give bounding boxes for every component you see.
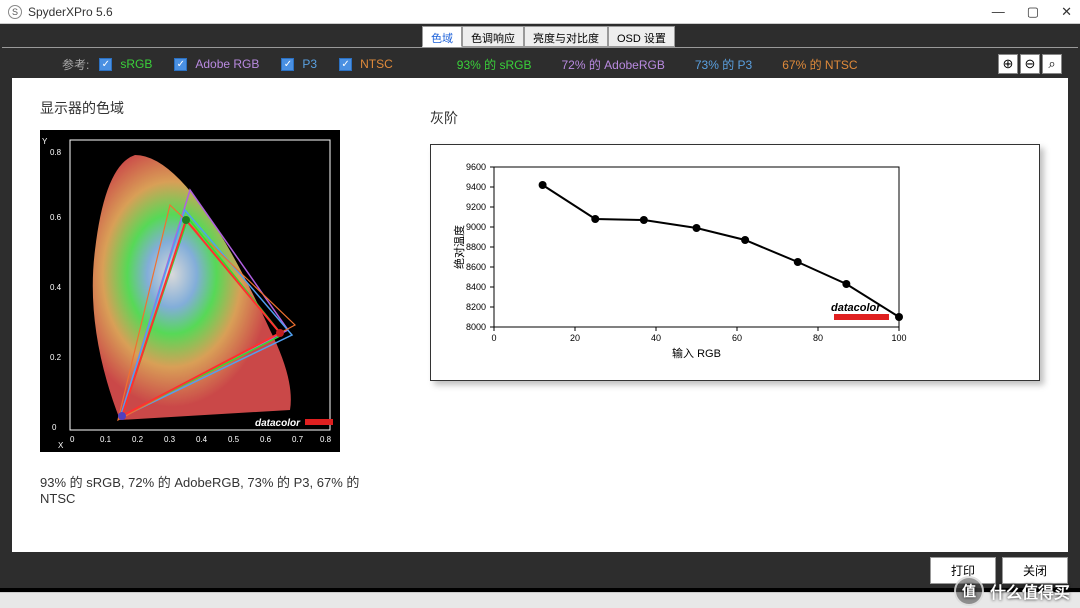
svg-text:9600: 9600 [466, 162, 486, 172]
svg-text:X: X [58, 441, 64, 450]
svg-text:0.7: 0.7 [292, 435, 304, 444]
svg-text:9200: 9200 [466, 202, 486, 212]
svg-text:0.3: 0.3 [164, 435, 176, 444]
svg-text:60: 60 [732, 333, 742, 343]
metric-value: 72% 的 AdobeRGB [561, 56, 664, 73]
tab-2[interactable]: 亮度与对比度 [524, 26, 608, 47]
checkbox-adobe-rgb[interactable]: ✓ [174, 58, 187, 71]
svg-text:8000: 8000 [466, 322, 486, 332]
close-button[interactable]: 关闭 [1002, 557, 1068, 584]
svg-text:8800: 8800 [466, 242, 486, 252]
svg-text:0: 0 [70, 435, 75, 444]
zoom-out-button[interactable]: ⊖ [1020, 54, 1040, 74]
window-title: SpyderXPro 5.6 [28, 5, 113, 19]
zoom-fit-button[interactable]: ⌕ [1042, 54, 1062, 74]
svg-text:9000: 9000 [466, 222, 486, 232]
zoom-in-button[interactable]: ⊕ [998, 54, 1018, 74]
gamut-chart: 0 0.1 0.2 0.3 0.4 0.5 0.6 0.7 0.8 0 0.2 0.4 0.6 0… [40, 130, 340, 452]
horizontal-scrollbar[interactable] [0, 592, 1080, 608]
check-label[interactable]: sRGB [120, 57, 152, 71]
reference-label: 参考: [62, 56, 89, 73]
metric-value: 67% 的 NTSC [782, 56, 857, 73]
options-toolbar: 参考: ✓ sRGB ✓ Adobe RGB ✓ P3 ✓ NTSC 93% 的 sRGB 72… [2, 48, 1078, 80]
close-window-button[interactable]: ✕ [1061, 4, 1072, 20]
title-bar: S SpyderXPro 5.6 — ▢ ✕ [0, 0, 1080, 24]
check-label[interactable]: NTSC [360, 57, 393, 71]
gamut-caption: 93% 的 sRGB, 72% 的 AdobeRGB, 73% 的 P3, 67… [40, 472, 380, 506]
svg-text:0.2: 0.2 [50, 353, 62, 362]
minimize-button[interactable]: — [992, 4, 1005, 20]
print-button[interactable]: 打印 [930, 557, 996, 584]
check-label[interactable]: P3 [302, 57, 317, 71]
svg-text:0.2: 0.2 [132, 435, 144, 444]
check-label[interactable]: Adobe RGB [195, 57, 259, 71]
svg-text:0.8: 0.8 [320, 435, 332, 444]
svg-text:0.6: 0.6 [260, 435, 272, 444]
main-frame: 色域色调响应亮度与对比度OSD 设置 参考: ✓ sRGB ✓ Adobe RGB ✓ P… [0, 24, 1080, 588]
svg-text:0: 0 [491, 333, 496, 343]
checkbox-ntsc[interactable]: ✓ [339, 58, 352, 71]
svg-text:绝对温度: 绝对温度 [452, 225, 466, 269]
svg-text:0: 0 [52, 423, 57, 432]
svg-text:0.8: 0.8 [50, 148, 62, 157]
checkbox-srgb[interactable]: ✓ [99, 58, 112, 71]
svg-text:40: 40 [651, 333, 661, 343]
checkbox-p3[interactable]: ✓ [281, 58, 294, 71]
maximize-button[interactable]: ▢ [1027, 4, 1039, 20]
tab-3[interactable]: OSD 设置 [608, 26, 675, 47]
brand-label: datacolor [255, 418, 301, 429]
svg-text:Y: Y [42, 137, 48, 146]
svg-text:0.5: 0.5 [228, 435, 240, 444]
app-icon: S [8, 5, 22, 19]
content-area: 显示器的色域 [12, 78, 1068, 552]
svg-text:0.6: 0.6 [50, 213, 62, 222]
svg-text:8200: 8200 [466, 302, 486, 312]
gray-chart: 8000 8200 8400 8600 8800 9000 9200 9400 9600 0 20 4… [430, 144, 1040, 381]
tab-bar: 色域色调响应亮度与对比度OSD 设置 [2, 26, 1078, 48]
svg-text:0.1: 0.1 [100, 435, 112, 444]
svg-text:0.4: 0.4 [50, 283, 62, 292]
gamut-title: 显示器的色域 [40, 98, 380, 118]
svg-text:0.4: 0.4 [196, 435, 208, 444]
tab-1[interactable]: 色调响应 [462, 26, 524, 47]
svg-text:20: 20 [570, 333, 580, 343]
svg-text:8600: 8600 [466, 262, 486, 272]
svg-text:8400: 8400 [466, 282, 486, 292]
svg-text:datacolor: datacolor [831, 302, 881, 314]
svg-text:输入 RGB: 输入 RGB [672, 346, 721, 360]
svg-text:80: 80 [813, 333, 823, 343]
metric-value: 93% 的 sRGB [457, 56, 532, 73]
tab-0[interactable]: 色域 [422, 26, 462, 47]
svg-text:100: 100 [891, 333, 906, 343]
metric-value: 73% 的 P3 [695, 56, 752, 73]
gray-title: 灰阶 [430, 108, 1040, 128]
svg-text:9400: 9400 [466, 182, 486, 192]
